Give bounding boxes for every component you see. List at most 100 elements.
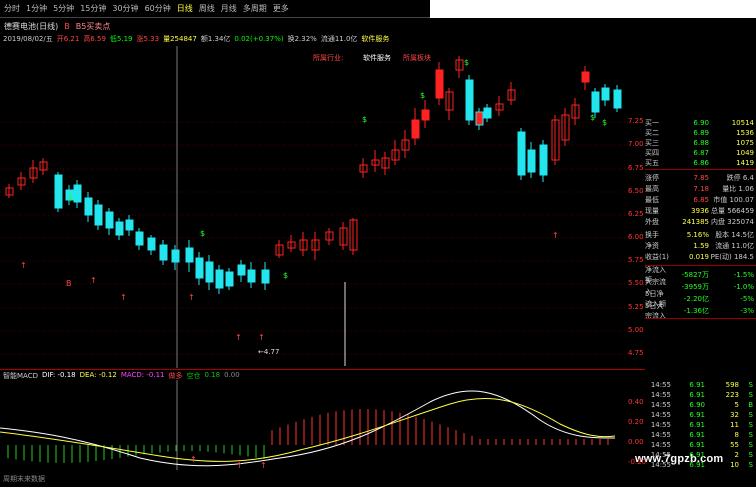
candle-body	[159, 244, 168, 261]
bs-indicator-label[interactable]: B5买卖点	[76, 21, 111, 32]
quote-row-cell: PE(动) 184.5	[710, 253, 754, 261]
tick-cell: 6.91	[689, 461, 705, 469]
quote-row-cell: 7.85	[693, 174, 709, 182]
money-flow-row-cell: -1.36亿	[683, 307, 709, 315]
tick-cell: 6.91	[689, 421, 705, 429]
b-marker: B	[66, 279, 72, 288]
quote-row-cell: 3936	[691, 207, 709, 215]
candle-body	[475, 111, 484, 126]
tick-cell: 11	[730, 421, 739, 429]
orderbook-row-cell: 买二	[645, 129, 659, 137]
period-tab-9[interactable]: 多周期	[243, 3, 267, 14]
candle-body	[421, 109, 430, 121]
money-flow-row-cell: -3959万	[681, 283, 709, 291]
stock-title-row: 德赛电池(日线) B B5买卖点	[0, 20, 434, 32]
period-tab-3[interactable]: 15分钟	[80, 3, 106, 14]
quote-row: 最低 6.85 市值 100.07	[645, 195, 756, 205]
quote-row-cell: 跌停 6.4	[726, 174, 754, 182]
macd-chart[interactable]: ↑ ↑ ↑	[0, 380, 645, 470]
period-tab-5[interactable]: 60分钟	[145, 3, 171, 14]
candlestick-chart[interactable]: ↑ $ ↑ ↑ ↑ $ ↑ ↑ $ $ $ $ ↑ $ $ B ←4.77	[0, 46, 645, 368]
orderbook-row-cell: 1536	[736, 129, 754, 137]
money-flow-row-cell: -1.5%	[733, 271, 754, 279]
buy-arrow: ↑	[120, 293, 127, 302]
tick-cell: 14:55	[650, 461, 671, 469]
candle-body	[125, 219, 134, 231]
tick-cell: 6.91	[689, 391, 705, 399]
quote-row-cell: 最低	[645, 196, 659, 204]
quote-row-cell: 流通 11.0亿	[715, 242, 754, 250]
period-tab-8[interactable]: 月线	[221, 3, 237, 14]
b-badge: B	[64, 21, 70, 31]
macd-buy-arrow: ↑	[236, 461, 243, 470]
tick-cell: 2	[734, 451, 739, 459]
bar-circulation: 流通11.0亿	[320, 35, 358, 43]
orderbook-row: 买二 6.89 1536	[645, 128, 756, 138]
candle-body	[115, 221, 124, 236]
candle-body	[465, 79, 474, 121]
tick-row: 14:55 6.91 55 S	[645, 440, 756, 450]
tick-cell: 8	[734, 431, 739, 439]
orderbook-row: 买一 6.90 10514	[645, 118, 756, 128]
tick-cell: 6.91	[689, 441, 705, 449]
candle-body	[601, 87, 610, 101]
bar-turnover: 换2.32%	[287, 35, 317, 43]
buy-arrow: ↑	[20, 261, 27, 270]
buy-arrow: ↑	[188, 293, 195, 302]
pane-divider	[0, 369, 645, 370]
candle-body	[84, 197, 93, 216]
candle-body	[527, 149, 536, 173]
stock-name: 德赛电池(日线)	[4, 21, 59, 31]
quote-row: 现量 3936 总量 566459	[645, 206, 756, 216]
orderbook-row-cell: 1419	[736, 159, 754, 167]
money-flow-row-cell: -1.0%	[733, 283, 754, 291]
bar-amount: 额1.34亿	[200, 35, 231, 43]
bar-chg: 0.02(+0.37%)	[234, 35, 284, 43]
quote-row-cell: 收益(1)	[645, 253, 669, 261]
quote-row: 外盘 241385 内盘 325074	[645, 217, 756, 227]
period-tab-7[interactable]: 周线	[199, 3, 215, 14]
candle-body	[205, 261, 214, 283]
period-tab-6[interactable]: 日线	[177, 3, 193, 14]
macd-axis-label: 0.40	[628, 398, 644, 406]
quote-row-cell: 内盘 325074	[711, 218, 754, 226]
quote-row-cell: 0.019	[688, 253, 709, 261]
period-tab-1[interactable]: 1分钟	[26, 3, 47, 14]
tick-cell: 14:55	[650, 441, 671, 449]
tick-cell: 14:55	[650, 421, 671, 429]
tick-cell: 223	[725, 391, 739, 399]
sell-signal: $	[362, 115, 367, 124]
orderbook-row-cell: 6.87	[693, 149, 709, 157]
candle-body	[135, 231, 144, 246]
macd-buy-arrow: ↑	[260, 461, 267, 470]
period-tab-2[interactable]: 5分钟	[53, 3, 74, 14]
candle-body	[237, 264, 246, 276]
tick-cell: 5	[734, 401, 739, 409]
candle-body	[171, 249, 180, 263]
orderbook-row-cell: 买三	[645, 139, 659, 147]
quote-panel: 买一 6.90 10514 买二 6.89 1536 买三 6.88 1075 买四 6.87 104…	[645, 18, 756, 378]
candle-body	[147, 237, 156, 251]
orderbook-row: 买五 6.86 1419	[645, 158, 756, 168]
money-flow-row: 5日大宗流入 -1.36亿 -3%	[645, 302, 756, 320]
period-tab-0[interactable]: 分时	[4, 3, 20, 14]
tick-cell: 14:55	[650, 381, 671, 389]
sell-signal: $	[283, 271, 288, 280]
period-tab-10[interactable]: 更多	[273, 3, 289, 14]
buy-arrow: ↑	[552, 231, 559, 240]
quote-row-cell: 1.59	[693, 242, 709, 250]
macd-axis-label: 0.00	[628, 438, 644, 446]
orderbook-row-cell: 6.88	[693, 139, 709, 147]
quote-row-cell: 6.85	[693, 196, 709, 204]
candle-body	[261, 269, 270, 284]
bar-info-row: 2019/08/02/五 开6.21 高6.59 低5.19 涨5.33 量25…	[0, 33, 433, 45]
orderbook-row-cell: 买一	[645, 119, 659, 127]
bar-vol: 量254847	[163, 35, 197, 43]
candle-body	[581, 71, 590, 83]
candle-body	[73, 184, 82, 203]
orderbook-row-cell: 买五	[645, 159, 659, 167]
period-tab-4[interactable]: 30分钟	[112, 3, 138, 14]
quote-row-cell: 外盘	[645, 218, 659, 226]
money-flow-row-cell: -3%	[740, 307, 754, 315]
bar-industry: 软件服务	[361, 35, 390, 43]
